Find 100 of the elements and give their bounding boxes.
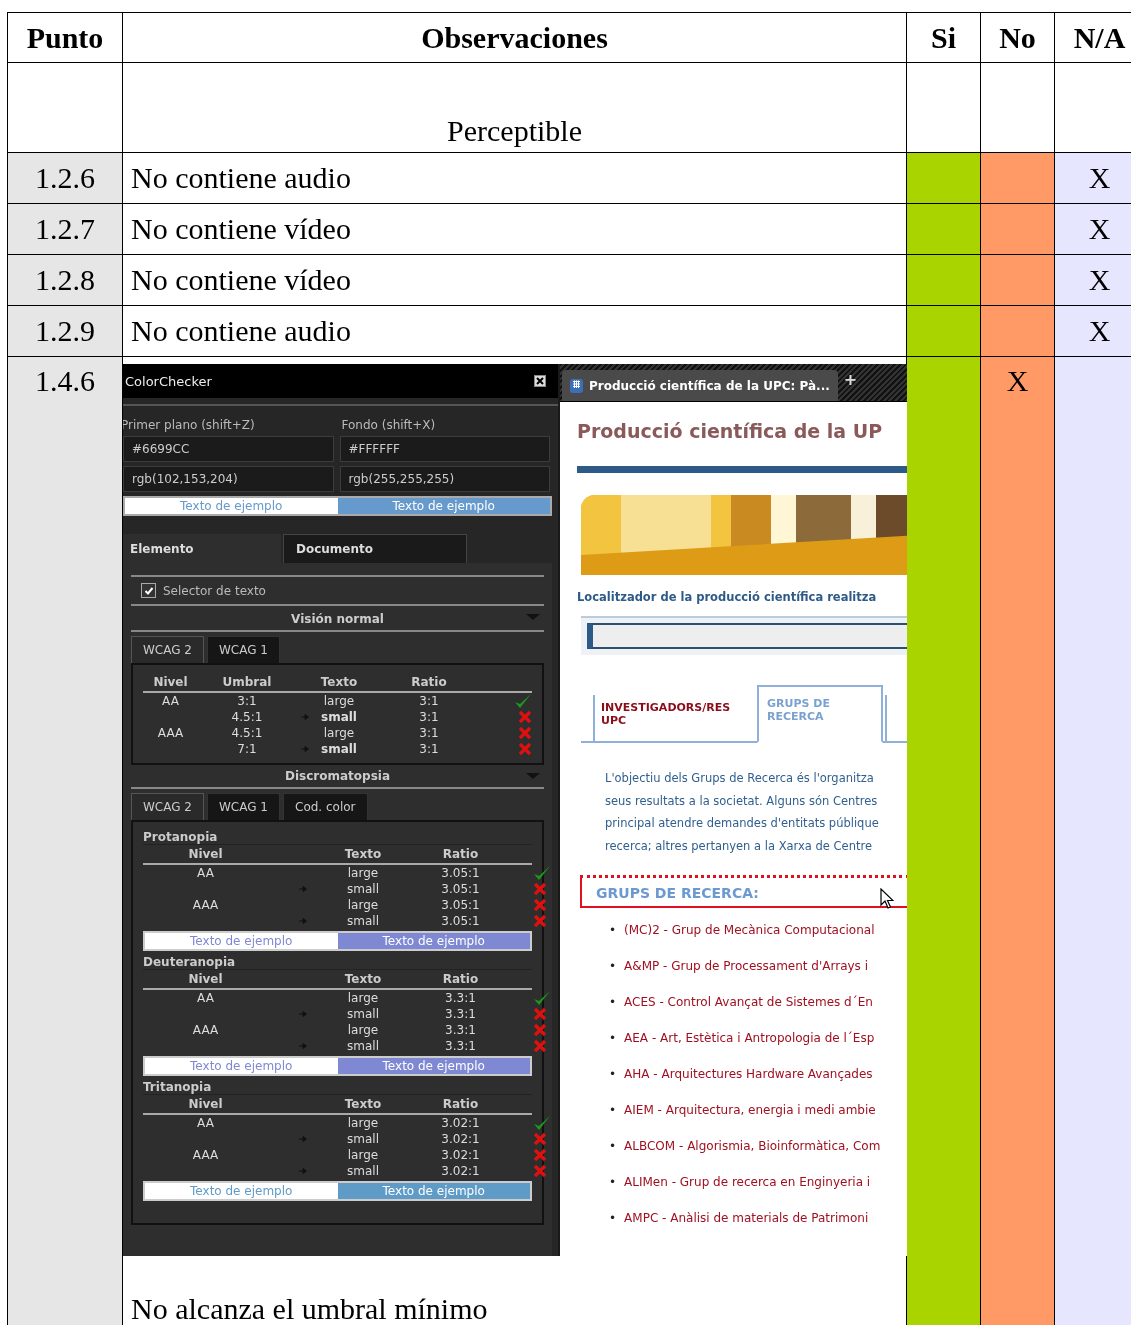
table-cell-text: 7:1 bbox=[236, 742, 258, 756]
table-cell: No contiene audio bbox=[122, 152, 907, 204]
table-cell-text: large bbox=[346, 1116, 380, 1130]
table-cell: AAA bbox=[192, 1148, 219, 1162]
group-link[interactable]: A&MP - Grup de Processament d'Arrays i bbox=[624, 959, 868, 973]
grid-icon bbox=[570, 378, 583, 393]
column-header: No bbox=[980, 12, 1055, 63]
column-header: Observaciones bbox=[122, 12, 907, 63]
table-cell-text: 3.02:1 bbox=[440, 1148, 481, 1162]
column-header: Nivel bbox=[187, 1097, 224, 1111]
group-link[interactable]: (MC)2 - Grup de Mecànica Computacional bbox=[624, 923, 875, 937]
tab[interactable]: WCAG 1 bbox=[207, 793, 280, 820]
field-label: Fondo (shift+X) bbox=[340, 418, 437, 432]
table-cell: AA bbox=[162, 694, 179, 708]
intro-paragraph: L'objectiu dels Grups de Recerca és l'organitza seus resultats a la societat. Alguns són Centres principal atendre demandes d'entitats públique recerca; altres pertanyen a la Xarxa de Centre bbox=[605, 770, 880, 855]
sample-text: Texto de ejemplo bbox=[125, 498, 338, 514]
table-cell-text: 3:1 bbox=[418, 742, 440, 756]
column-header: Ratio bbox=[441, 847, 480, 861]
table-cell: No contiene vídeo bbox=[122, 254, 907, 306]
cursor-icon bbox=[880, 888, 894, 910]
group-link[interactable]: AHA - Arquitectures Hardware Avançades bbox=[624, 1067, 873, 1081]
table-cell: 1.2.7 bbox=[7, 203, 123, 255]
table-cell-text: 3.05:1 bbox=[440, 914, 481, 928]
arrow-icon bbox=[299, 1043, 307, 1049]
group-link[interactable]: ALIMen - Grup de recerca en Enginyeria i bbox=[624, 1175, 871, 1189]
table-cell: 1.2.8 bbox=[7, 254, 123, 306]
table-cell-text: 3.05:1 bbox=[440, 898, 481, 912]
group-title: Deuteranopia bbox=[143, 951, 532, 970]
column-header: Nivel bbox=[152, 675, 189, 689]
tab[interactable]: WCAG 1 bbox=[207, 636, 280, 663]
arrow-icon bbox=[299, 1168, 307, 1174]
arrow-icon bbox=[299, 1136, 307, 1142]
table-cell: 1.4.6 bbox=[7, 356, 123, 1325]
table-cell: AAA bbox=[157, 726, 184, 740]
tab[interactable]: Elemento bbox=[123, 534, 281, 563]
group-link[interactable]: ACES - Control Avançat de Sistemes d´En bbox=[624, 995, 873, 1009]
sample-text: Texto de ejemplo bbox=[337, 1183, 530, 1199]
group-title: Protanopia bbox=[143, 830, 532, 845]
checkbox-label: Selector de texto bbox=[163, 583, 266, 598]
checkbox[interactable] bbox=[141, 583, 156, 598]
tab[interactable]: Documento bbox=[283, 534, 467, 563]
answer-mark: X bbox=[1088, 314, 1111, 347]
column-header: Punto bbox=[7, 12, 123, 63]
bullet: • bbox=[609, 923, 617, 937]
table-cell-text: large bbox=[322, 726, 356, 740]
table-cell-text: 3.02:1 bbox=[440, 1164, 481, 1178]
table-cell-text: 3.3:1 bbox=[444, 1023, 477, 1037]
answer-mark: X bbox=[1088, 161, 1111, 194]
table-cell-text: large bbox=[346, 898, 380, 912]
column-header: Texto bbox=[343, 1097, 383, 1111]
table-cell-text: 3.3:1 bbox=[444, 1007, 477, 1021]
table-cell-text: large bbox=[322, 694, 356, 708]
table-cell-text: 3.3:1 bbox=[444, 1039, 477, 1053]
section-label: Perceptible bbox=[122, 62, 907, 153]
table-cell-text: small bbox=[320, 742, 358, 756]
bullet: • bbox=[609, 1031, 617, 1045]
input-field[interactable]: #FFFFFF bbox=[339, 436, 550, 462]
group-link[interactable]: AEA - Art, Estètica i Antropologia de l´Esp bbox=[624, 1031, 875, 1045]
bullet: • bbox=[609, 1103, 617, 1117]
table-cell-text: 3.05:1 bbox=[440, 882, 481, 896]
group-link[interactable]: AIEM - Arquitectura, energia i medi ambie bbox=[624, 1103, 876, 1117]
bullet: • bbox=[609, 959, 617, 973]
bullet: • bbox=[609, 1067, 617, 1081]
tab[interactable]: WCAG 2 bbox=[131, 636, 204, 663]
arrow-icon bbox=[299, 886, 307, 892]
input-field[interactable]: rgb(102,153,204) bbox=[123, 466, 334, 492]
observation-text: No alcanza el umbral mínimo bbox=[130, 1291, 489, 1325]
table-cell: AA bbox=[197, 1116, 214, 1130]
new-tab-button[interactable]: + bbox=[843, 370, 858, 389]
table-cell-text: 3:1 bbox=[236, 694, 258, 708]
arrow-icon bbox=[299, 1011, 307, 1017]
column-header: Ratio bbox=[441, 972, 480, 986]
bullet: • bbox=[609, 1139, 617, 1153]
table-cell-text: 4.5:1 bbox=[230, 726, 264, 740]
column-header: Texto bbox=[343, 847, 383, 861]
input-field[interactable]: #6699CC bbox=[123, 436, 334, 462]
table-cell-text: small bbox=[346, 914, 380, 928]
table-cell-text: small bbox=[346, 882, 380, 896]
bullet: • bbox=[609, 995, 617, 1009]
tab[interactable]: WCAG 2 bbox=[131, 793, 204, 820]
bullet: • bbox=[609, 1175, 617, 1189]
column-header: Nivel bbox=[187, 972, 224, 986]
table-cell-text: small bbox=[346, 1164, 380, 1178]
group-link[interactable]: AMPC - Anàlisi de materials de Patrimoni bbox=[624, 1211, 869, 1225]
input-field[interactable]: rgb(255,255,255) bbox=[339, 466, 550, 492]
table-cell-text: 3:1 bbox=[418, 694, 440, 708]
nav-tab[interactable]: INVESTIGADORS/RES UPC bbox=[593, 695, 753, 741]
search-field[interactable] bbox=[587, 623, 907, 649]
browser-tab[interactable]: Producció científica de la UPC: Pà... bbox=[562, 370, 838, 401]
section-title: Visión normal bbox=[291, 612, 384, 626]
table-cell-text: small bbox=[346, 1132, 380, 1146]
table-cell: AA bbox=[197, 866, 214, 880]
arrow-icon bbox=[301, 714, 309, 720]
group-link[interactable]: ALBCOM - Algorismia, Bioinformàtica, Com bbox=[624, 1139, 881, 1153]
table-cell-text: 3.05:1 bbox=[440, 866, 481, 880]
tab[interactable]: Cod. color bbox=[283, 793, 368, 820]
table-cell-text: large bbox=[346, 1148, 380, 1162]
close-icon[interactable] bbox=[534, 375, 546, 387]
sample-text: Texto de ejemplo bbox=[145, 1058, 338, 1074]
sample-text: Texto de ejemplo bbox=[145, 933, 338, 949]
